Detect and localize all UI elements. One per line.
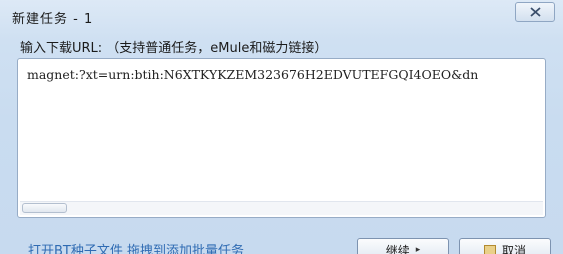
- close-icon: [529, 7, 541, 17]
- continue-button-label: 继续: [385, 243, 410, 254]
- dialog-title: 新建任务 - 1: [12, 12, 94, 27]
- new-task-dialog: 新建任务 - 1 输入下载URL: （支持普通任务，eMule和磁力链接） ma…: [0, 0, 563, 254]
- continue-button[interactable]: 继续 ▸: [357, 238, 449, 254]
- open-bt-file-link[interactable]: 打开BT种子文件 拖拽到添加批量任务: [28, 240, 244, 254]
- chevron-right-icon: ▸: [415, 245, 421, 254]
- cancel-button[interactable]: 取消: [459, 238, 551, 254]
- url-input-value[interactable]: magnet:?xt=urn:btih:N6XTKYKZEM323676H2ED…: [27, 67, 543, 82]
- url-prompt-label: 输入下载URL: （支持普通任务，eMule和磁力链接）: [20, 41, 328, 56]
- url-input[interactable]: magnet:?xt=urn:btih:N6XTKYKZEM323676H2ED…: [17, 58, 546, 218]
- scrollbar-thumb[interactable]: [22, 203, 67, 213]
- close-button[interactable]: [515, 2, 555, 22]
- cancel-icon: [483, 244, 496, 254]
- horizontal-scrollbar[interactable]: [20, 201, 543, 215]
- cancel-button-label: 取消: [501, 243, 526, 254]
